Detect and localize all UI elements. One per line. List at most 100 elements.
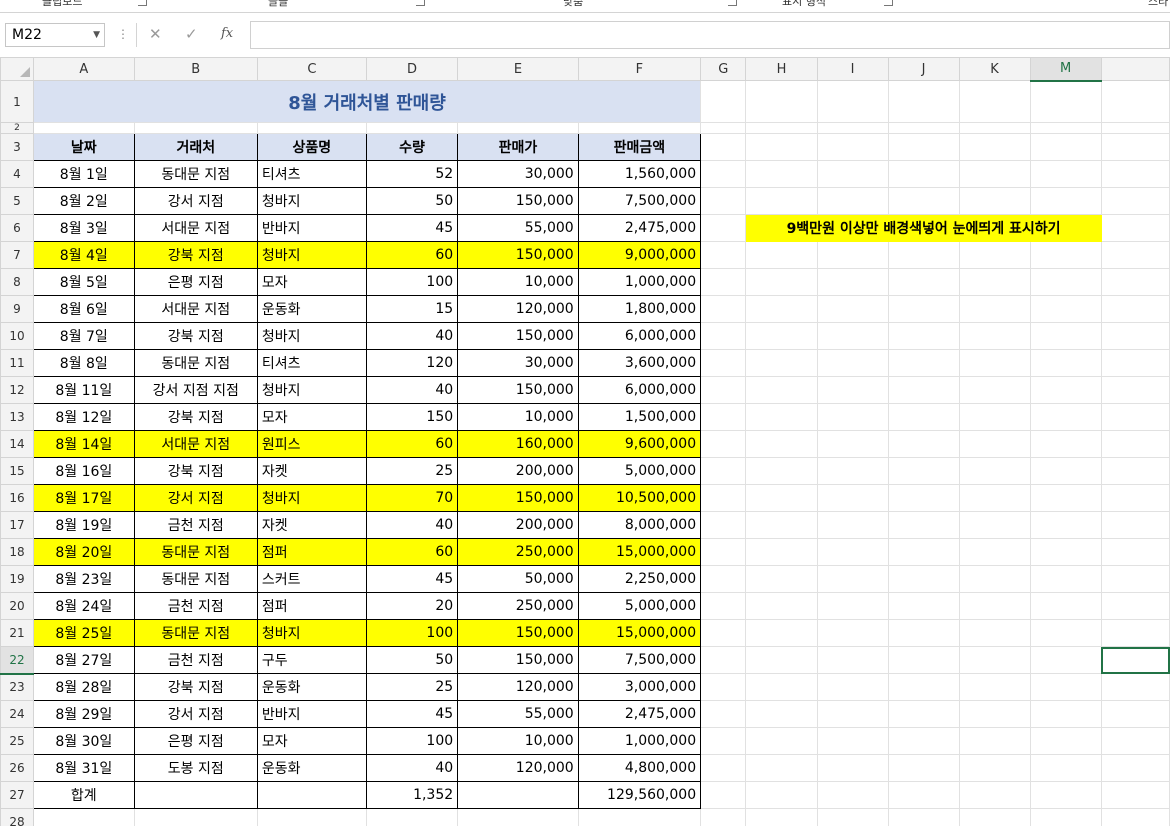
cell[interactable] (1029, 403, 1102, 431)
cell[interactable] (1029, 349, 1102, 377)
cell[interactable] (887, 80, 960, 123)
ribbon-group-number[interactable]: 표시 형식 (782, 0, 826, 9)
product-cell[interactable]: 청바지 (256, 376, 367, 404)
cell[interactable] (1100, 727, 1170, 755)
cell[interactable] (1029, 133, 1102, 161)
product-cell[interactable]: 청바지 (256, 322, 367, 350)
cell[interactable] (958, 538, 1031, 566)
row-header[interactable]: 6 (0, 214, 34, 242)
cell[interactable] (958, 808, 1031, 826)
cell[interactable] (816, 241, 889, 269)
cell[interactable] (256, 781, 367, 809)
date-cell[interactable]: 8월 1일 (32, 160, 135, 188)
client-cell[interactable]: 강서 지점 지점 (133, 376, 258, 404)
client-cell[interactable]: 강서 지점 (133, 484, 258, 512)
cell[interactable] (700, 430, 747, 458)
cell[interactable] (700, 80, 747, 123)
client-cell[interactable]: 동대문 지점 (133, 619, 258, 647)
column-header[interactable]: C (256, 57, 367, 81)
cell[interactable] (1100, 160, 1170, 188)
row-header[interactable]: 1 (0, 80, 34, 123)
cell[interactable] (958, 565, 1031, 593)
product-cell[interactable]: 반바지 (256, 700, 367, 728)
cell[interactable] (1100, 592, 1170, 620)
cell[interactable] (816, 646, 889, 674)
qty-cell[interactable]: 100 (365, 268, 459, 296)
column-header-selected[interactable]: M (1029, 57, 1102, 82)
price-cell[interactable]: 150,000 (457, 187, 579, 215)
cell[interactable] (1029, 781, 1102, 809)
cell[interactable] (958, 457, 1031, 485)
cell[interactable] (1100, 808, 1170, 826)
cell[interactable] (1029, 122, 1102, 134)
cell[interactable] (887, 781, 960, 809)
cell[interactable] (887, 619, 960, 647)
date-cell[interactable]: 8월 19일 (32, 511, 135, 539)
price-cell[interactable]: 55,000 (457, 214, 579, 242)
qty-cell[interactable]: 40 (365, 754, 459, 782)
cell[interactable] (816, 349, 889, 377)
cell[interactable] (887, 403, 960, 431)
date-cell[interactable]: 8월 31일 (32, 754, 135, 782)
qty-cell[interactable]: 50 (365, 187, 459, 215)
product-cell[interactable]: 원피스 (256, 430, 367, 458)
ribbon-group-styles[interactable]: 스타 (1148, 0, 1168, 9)
client-cell[interactable]: 강북 지점 (133, 241, 258, 269)
column-header[interactable]: H (745, 57, 818, 81)
column-header[interactable]: B (133, 57, 258, 81)
cell[interactable] (887, 322, 960, 350)
cell[interactable] (816, 403, 889, 431)
cell[interactable] (1100, 754, 1170, 782)
client-cell[interactable]: 강북 지점 (133, 673, 258, 701)
cell[interactable] (256, 808, 367, 826)
cell[interactable] (745, 430, 818, 458)
column-header[interactable]: D (365, 57, 459, 81)
row-header[interactable]: 14 (0, 430, 34, 458)
price-cell[interactable]: 150,000 (457, 322, 579, 350)
price-cell[interactable]: 10,000 (457, 727, 579, 755)
cell[interactable] (816, 430, 889, 458)
amount-cell[interactable]: 1,000,000 (577, 268, 702, 296)
cell[interactable] (958, 673, 1031, 701)
cell[interactable] (1029, 619, 1102, 647)
cell[interactable] (700, 700, 747, 728)
ribbon-group-alignment[interactable]: 맞춤 (563, 0, 583, 9)
client-cell[interactable]: 서대문 지점 (133, 214, 258, 242)
amount-cell[interactable]: 5,000,000 (577, 457, 702, 485)
client-cell[interactable]: 도봉 지점 (133, 754, 258, 782)
row-header[interactable]: 10 (0, 322, 34, 350)
product-cell[interactable]: 티셔츠 (256, 160, 367, 188)
cell[interactable] (816, 673, 889, 701)
price-cell[interactable]: 160,000 (457, 430, 579, 458)
cell[interactable] (887, 241, 960, 269)
cell[interactable] (958, 430, 1031, 458)
dialog-launcher-icon[interactable] (416, 0, 425, 6)
amount-cell[interactable]: 9,000,000 (577, 241, 702, 269)
cell[interactable] (700, 592, 747, 620)
cell[interactable] (1100, 376, 1170, 404)
cell[interactable] (745, 122, 818, 134)
row-header[interactable]: 9 (0, 295, 34, 323)
cell[interactable] (700, 808, 747, 826)
date-cell[interactable]: 8월 11일 (32, 376, 135, 404)
qty-cell[interactable]: 25 (365, 457, 459, 485)
name-box[interactable]: M22 ▼ (5, 23, 105, 47)
cell[interactable] (816, 268, 889, 296)
table-header-cell[interactable]: 수량 (365, 133, 459, 161)
cell[interactable] (256, 122, 367, 134)
column-header[interactable]: E (457, 57, 579, 81)
dialog-launcher-icon[interactable] (138, 0, 147, 6)
qty-cell[interactable]: 150 (365, 403, 459, 431)
date-cell[interactable]: 8월 27일 (32, 646, 135, 674)
price-cell[interactable]: 250,000 (457, 592, 579, 620)
cell[interactable] (887, 133, 960, 161)
date-cell[interactable]: 8월 4일 (32, 241, 135, 269)
cell[interactable] (958, 322, 1031, 350)
price-cell[interactable]: 120,000 (457, 295, 579, 323)
date-cell[interactable]: 8월 25일 (32, 619, 135, 647)
row-header[interactable]: 5 (0, 187, 34, 215)
price-cell[interactable]: 150,000 (457, 619, 579, 647)
date-cell[interactable]: 8월 29일 (32, 700, 135, 728)
cell[interactable] (1100, 538, 1170, 566)
product-cell[interactable]: 스커트 (256, 565, 367, 593)
